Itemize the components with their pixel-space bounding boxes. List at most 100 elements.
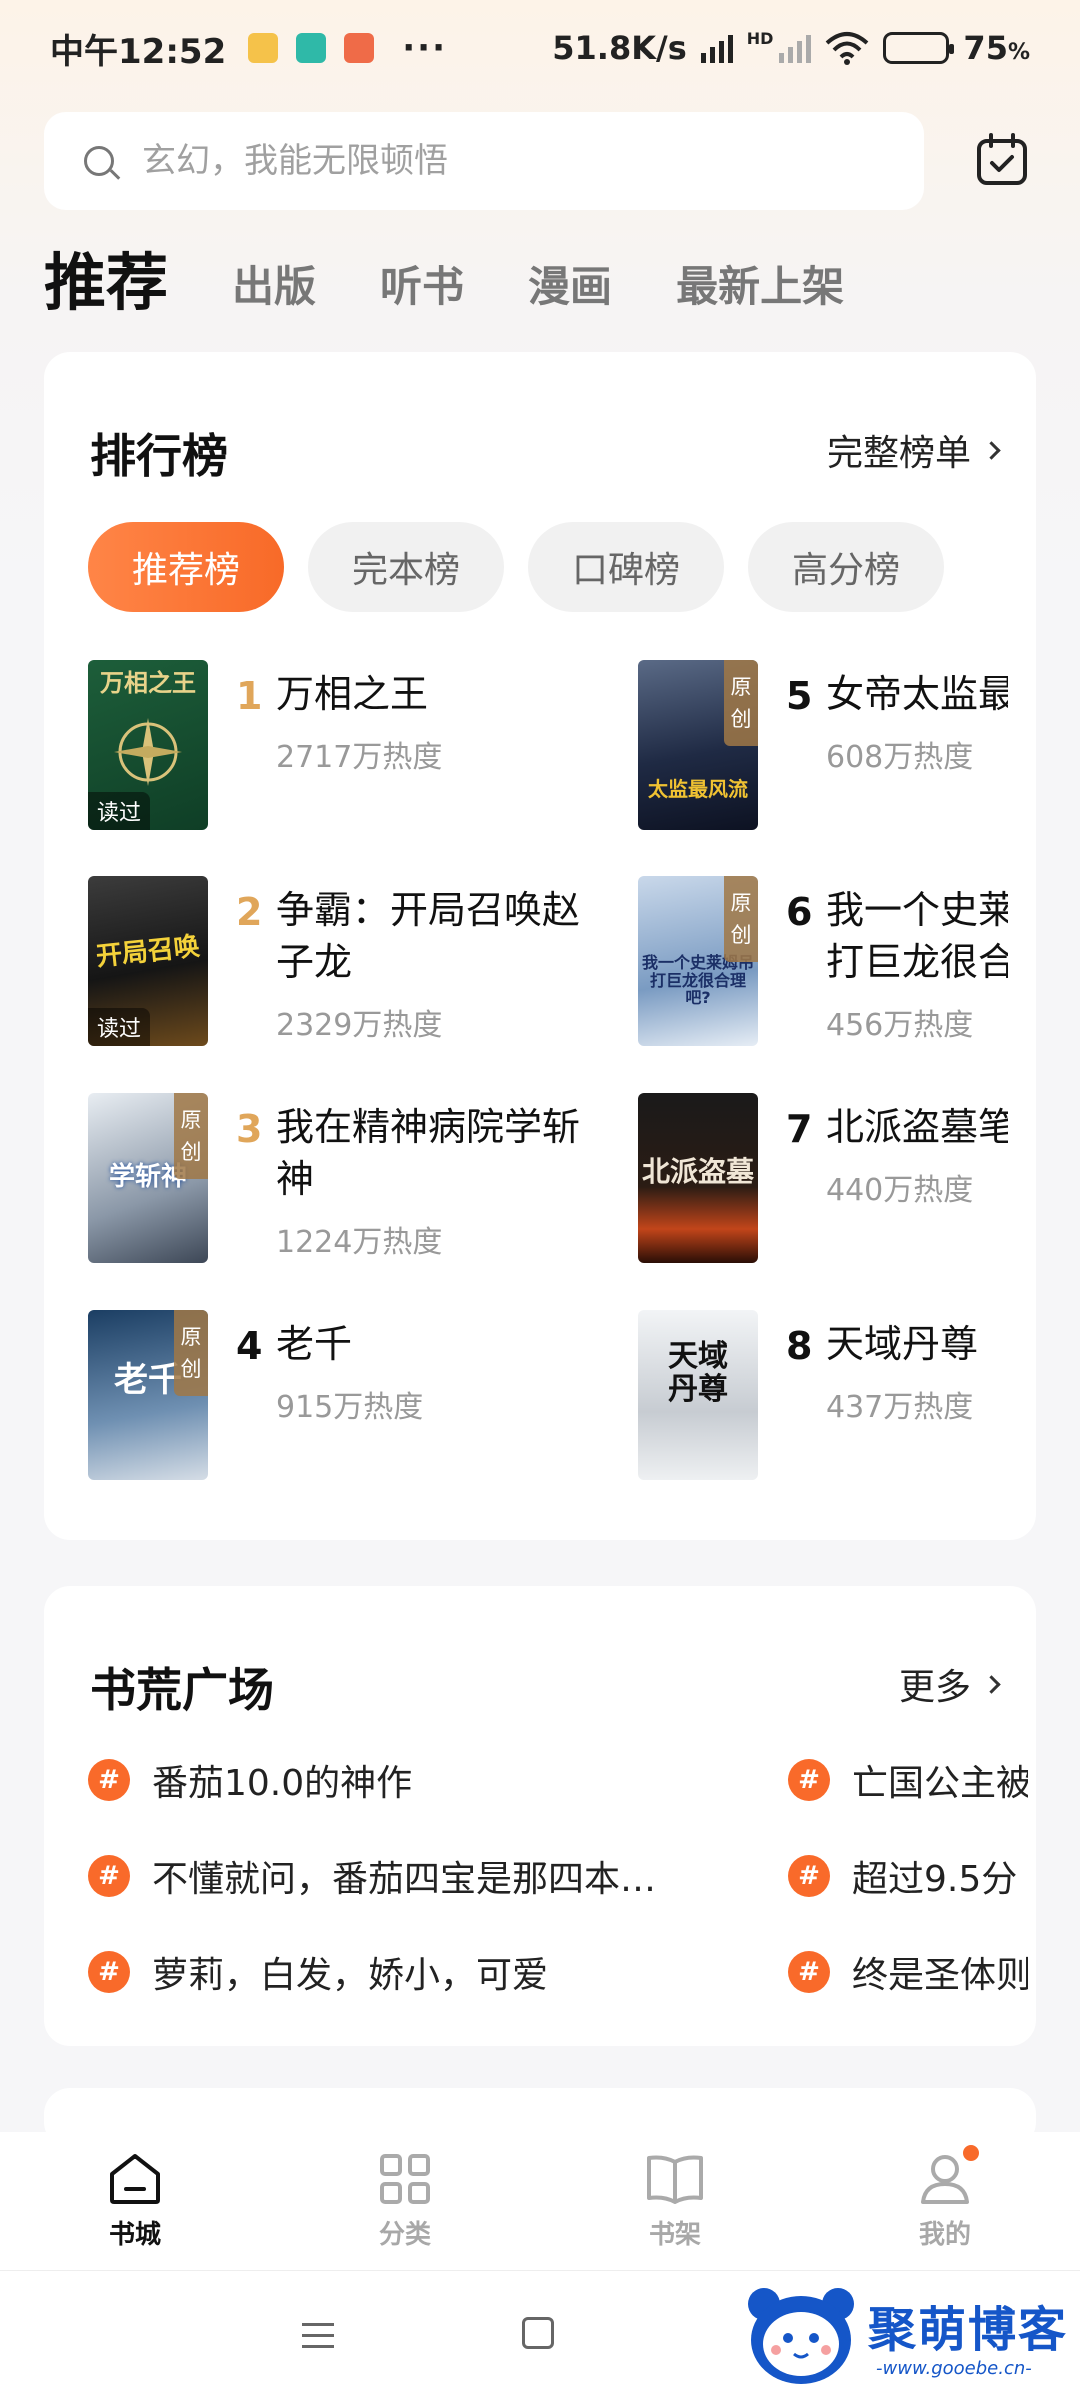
nav-label: 书城: [108, 2219, 161, 2250]
rank-number: 6: [786, 890, 813, 934]
gift-icon: [344, 33, 375, 63]
book-heat: 915万热度: [276, 1390, 424, 1425]
pill-high-score-rank[interactable]: 高分榜: [748, 522, 944, 612]
rank-number: 7: [786, 1107, 813, 1151]
book-title: 老千: [276, 1322, 353, 1366]
topic-text: 超过9.5分: [852, 1859, 1018, 1900]
search-input[interactable]: [142, 141, 842, 181]
topic-item[interactable]: # 终是圣体则: [788, 1946, 1028, 1998]
book-heat: 456万热度: [826, 1008, 974, 1043]
boss-icon: [296, 33, 327, 63]
more-link[interactable]: 更多: [898, 1658, 1001, 1710]
book-cover: 天域丹尊: [638, 1310, 758, 1480]
network-speed: 51.8K/s: [552, 29, 687, 67]
book-heat: 2329万热度: [276, 1008, 443, 1043]
ranking-book-item[interactable]: 学斩神 原创 3 我在精神病院学斩神 1224万热度: [88, 1093, 668, 1273]
book-square-title: 书荒广场: [90, 1663, 274, 1717]
rank-number: 4: [236, 1324, 263, 1368]
topic-item[interactable]: # 萝莉，白发，娇小，可爱: [88, 1946, 548, 1998]
rank-number: 3: [236, 1107, 263, 1151]
ranking-book-list: 万相之王 读过 1 万相之王 2717万热度 开局召唤 读过 2 争霸：开局召唤…: [88, 660, 1008, 1510]
tab-new-releases[interactable]: 最新上架: [676, 253, 844, 322]
book-heat: 608万热度: [826, 740, 974, 775]
battery-percent: 75%: [963, 29, 1030, 67]
signal-icon: [700, 33, 733, 63]
tab-audiobook[interactable]: 听书: [380, 253, 464, 322]
watermark-title: 聚萌博客: [868, 2302, 1069, 2358]
topic-item[interactable]: # 番茄10.0的神作: [88, 1754, 412, 1806]
note-icon: [248, 33, 279, 63]
nav-label: 书架: [648, 2219, 701, 2250]
nav-bookshelf[interactable]: 书架: [540, 2132, 810, 2270]
book-title: 万相之王: [276, 672, 429, 716]
ranking-book-item[interactable]: 开局召唤 读过 2 争霸：开局召唤赵子龙 2329万热度: [88, 876, 668, 1056]
more-label: 更多: [898, 1667, 971, 1708]
ranking-book-item[interactable]: 老千 原创 4 老千 915万热度: [88, 1310, 668, 1490]
book-heat: 437万热度: [826, 1390, 974, 1425]
original-badge: 原创: [724, 876, 758, 962]
book-title: 北派盗墓笔: [826, 1105, 1008, 1149]
wifi-icon: [826, 32, 869, 65]
book-cover: 北派盗墓: [638, 1093, 758, 1263]
hashtag-icon: #: [88, 1951, 130, 1993]
book-title: 我在精神病院学斩神: [276, 1105, 581, 1201]
original-badge: 原创: [724, 660, 758, 746]
cover-title: 太监最风流: [648, 777, 748, 801]
topic-item[interactable]: # 不懂就问，番茄四宝是那四本…: [88, 1850, 656, 1902]
book-title: 争霸：开局召唤赵子龙: [276, 888, 581, 984]
ranking-pills: 推荐榜 完本榜 口碑榜 高分榜: [88, 522, 944, 612]
nav-profile[interactable]: 我的: [810, 2132, 1080, 2270]
topic-text: 萝莉，白发，娇小，可爱: [152, 1955, 549, 1996]
topic-text: 终是圣体则: [852, 1955, 1028, 1996]
nav-bookstore[interactable]: 书城: [0, 2132, 270, 2270]
read-badge: 读过: [88, 792, 150, 830]
home-square-icon[interactable]: [522, 2317, 554, 2349]
original-badge: 原创: [174, 1093, 208, 1179]
full-ranking-label: 完整榜单: [826, 433, 971, 474]
pill-completed-rank[interactable]: 完本榜: [308, 522, 504, 612]
pill-recommend-rank[interactable]: 推荐榜: [88, 522, 284, 612]
nav-category[interactable]: 分类: [270, 2132, 540, 2270]
book-icon: [647, 2155, 703, 2204]
hashtag-icon: #: [788, 1759, 830, 1801]
book-heat: 1224万热度: [276, 1225, 443, 1260]
tab-recommend[interactable]: 推荐: [44, 232, 168, 322]
ranking-book-item[interactable]: 天域丹尊 8 天域丹尊 437万热度: [638, 1310, 1008, 1490]
book-cover: 老千 原创: [88, 1310, 208, 1480]
pill-reputation-rank[interactable]: 口碑榜: [528, 522, 724, 612]
book-heat: 2717万热度: [276, 740, 443, 775]
category-tabs: 推荐 出版 听书 漫画 最新上架: [44, 232, 908, 322]
battery-icon: [883, 32, 955, 64]
check-in-calendar-icon[interactable]: [974, 132, 1030, 188]
topic-item[interactable]: # 亡国公主被: [788, 1754, 1028, 1806]
ranking-title: 排行榜: [90, 429, 228, 483]
tab-comics[interactable]: 漫画: [528, 253, 612, 322]
book-cover: 万相之王 读过: [88, 660, 208, 830]
topic-text: 番茄10.0的神作: [152, 1763, 413, 1804]
grid-icon: [380, 2153, 430, 2204]
notification-dot: [960, 2142, 982, 2164]
ranking-book-item[interactable]: 北派盗墓 7 北派盗墓笔 440万热度: [638, 1093, 1008, 1273]
menu-icon[interactable]: [302, 2323, 334, 2356]
hashtag-icon: #: [788, 1855, 830, 1897]
ranking-book-item[interactable]: 万相之王 读过 1 万相之王 2717万热度: [88, 660, 668, 840]
nav-label: 我的: [918, 2219, 971, 2250]
hashtag-icon: #: [788, 1951, 830, 1993]
bottom-nav: 书城 分类 书架 我的: [0, 2132, 1080, 2270]
cover-title: 北派盗墓: [642, 1155, 755, 1188]
original-badge: 原创: [174, 1310, 208, 1396]
topic-text: 不懂就问，番茄四宝是那四本…: [152, 1859, 657, 1900]
search-bar[interactable]: [44, 112, 924, 210]
tab-publish[interactable]: 出版: [232, 253, 316, 322]
ranking-book-item[interactable]: 我一个史莱姆吊打巨龙很合理吧? 原创 6 我一个史莱打巨龙很合 456万热度: [638, 876, 1008, 1056]
watermark: 聚萌博客 -www.gooebe.cn-: [740, 2278, 1070, 2394]
book-heat: 440万热度: [826, 1173, 974, 1208]
rank-number: 1: [236, 674, 263, 718]
book-cover: 太监最风流 原创: [638, 660, 758, 830]
network-type: HD: [746, 29, 774, 48]
ranking-book-item[interactable]: 太监最风流 原创 5 女帝太监最 608万热度: [638, 660, 1008, 840]
nav-label: 分类: [378, 2219, 431, 2250]
full-ranking-link[interactable]: 完整榜单: [826, 424, 1001, 476]
topic-item[interactable]: # 超过9.5分: [788, 1850, 1017, 1902]
watermark-url: -www.gooebe.cn-: [876, 2358, 1032, 2379]
